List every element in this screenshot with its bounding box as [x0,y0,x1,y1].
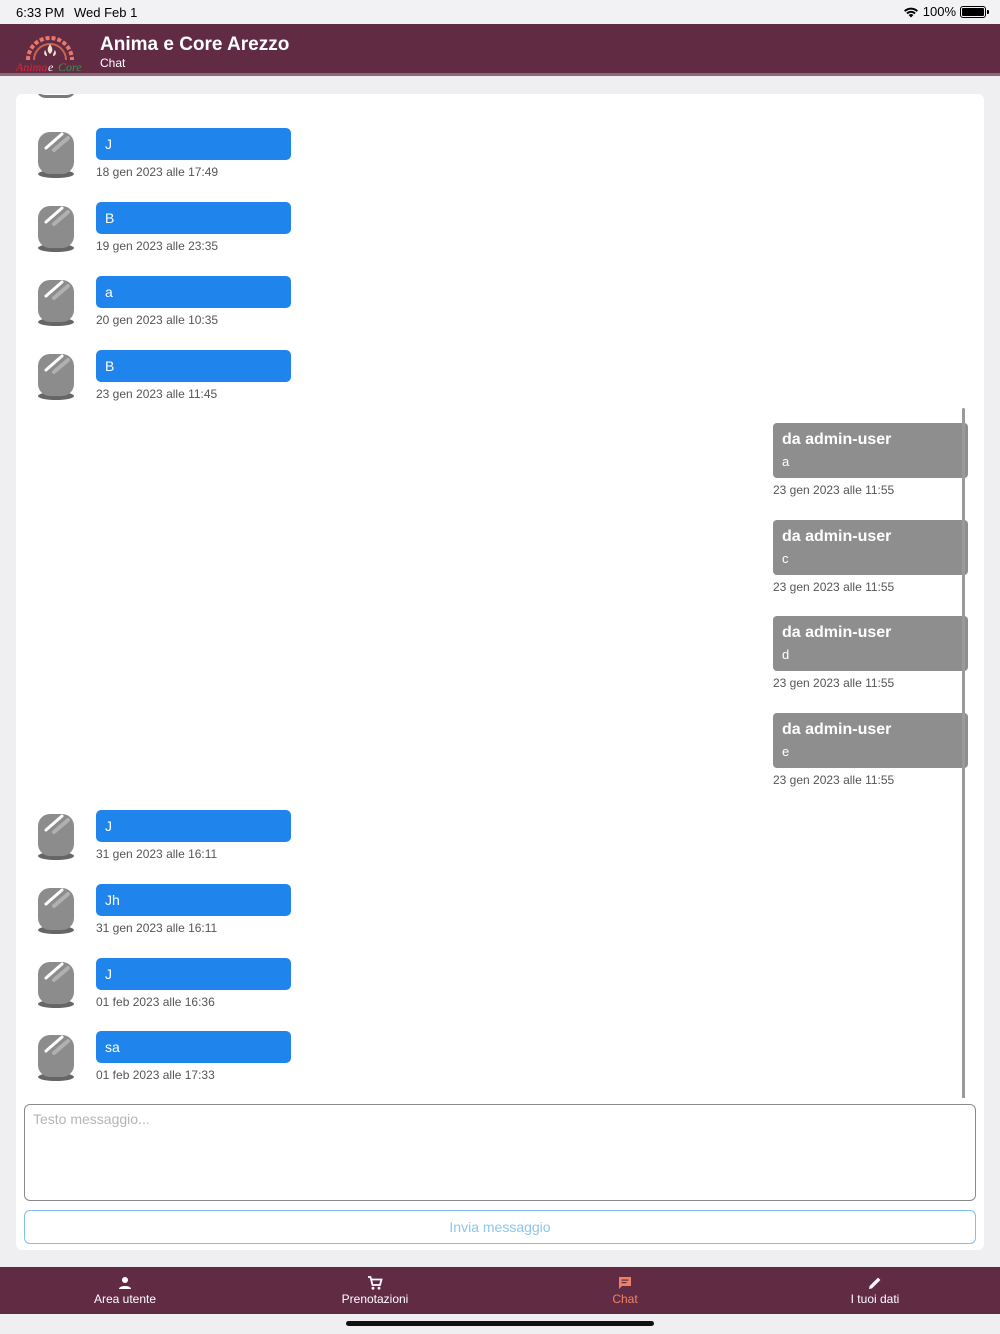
message-timestamp: 19 gen 2023 alle 23:35 [96,239,219,253]
bottom-tab-bar: Area utente Prenotazioni Chat I tuoi dat… [0,1267,1000,1314]
avatar-icon [38,962,74,1008]
person-icon [119,1277,131,1289]
message-bubble: da admin-user d [773,616,968,671]
app-header: Anima e Core Anima e Core Arezzo Chat [0,24,1000,76]
status-bar: 6:33 PM Wed Feb 1 100% [0,0,1000,24]
message-user: J 18 gen 2023 alle 17:49 [36,128,436,188]
message-input-box[interactable] [24,1104,976,1201]
message-user: B 19 gen 2023 alle 23:35 [36,202,436,262]
avatar-icon [38,132,74,178]
message-timestamp: 31 gen 2023 alle 16:11 [96,921,218,935]
battery-percent: 100% [922,4,956,19]
page-subtitle: Chat [100,56,126,70]
message-timestamp: 23 gen 2023 alle 11:55 [773,773,895,787]
wifi-icon [903,7,918,17]
message-admin: da admin-user a 23 gen 2023 alle 11:55 [773,423,973,503]
message-bubble: sa [96,1031,291,1063]
message-list[interactable]: ‾ ‾ ‾ ‾ ‾ ‾ J 18 gen 2023 alle 17:49 B 1… [16,94,984,1098]
message-user: J 01 feb 2023 alle 16:36 [36,958,436,1018]
message-bubble: da admin-user e [773,713,968,768]
message-sender: da admin-user [782,721,892,738]
avatar-icon [38,888,74,934]
message-user: Jh 31 gen 2023 alle 16:11 [36,884,436,944]
message-bubble: da admin-user c [773,520,968,575]
chat-icon [619,1277,631,1289]
status-right: 100% [903,4,989,19]
message-bubble: J [96,958,291,990]
tab-label: Chat [612,1292,638,1306]
message-bubble: B [96,350,291,382]
battery-icon [960,5,989,18]
tab-label: Prenotazioni [341,1292,409,1306]
message-timestamp: 23 gen 2023 alle 11:45 [96,387,218,401]
app-title: Anima e Core Arezzo [100,34,290,55]
status-date: Wed Feb 1 [74,5,138,20]
message-input[interactable] [33,1111,967,1194]
message-timestamp: 23 gen 2023 alle 11:55 [773,580,895,594]
message-timestamp: 18 gen 2023 alle 17:49 [96,165,219,179]
message-timestamp: 31 gen 2023 alle 16:11 [96,847,218,861]
message-bubble: Jh [96,884,291,916]
message-user: sa 01 feb 2023 alle 17:33 [36,1031,436,1091]
message-bubble: J [96,128,291,160]
svg-text:Core: Core [58,60,82,72]
home-indicator[interactable] [346,1321,654,1326]
avatar-icon [38,280,74,326]
tab-prenotazioni[interactable]: Prenotazioni [250,1267,500,1314]
status-time: 6:33 PM [16,5,65,20]
svg-text:Anima: Anima [15,60,47,72]
message-admin: da admin-user c 23 gen 2023 alle 11:55 [773,520,973,600]
message-timestamp: 20 gen 2023 alle 10:35 [96,313,219,327]
message-user: J 31 gen 2023 alle 16:11 [36,810,436,870]
tab-chat[interactable]: Chat [500,1267,750,1314]
send-message-button[interactable]: Invia messaggio [24,1210,976,1244]
avatar-icon [38,1035,74,1081]
timestamp-partial: ‾ ‾ ‾ ‾ ‾ ‾ [96,94,159,100]
message-timestamp: 23 gen 2023 alle 11:55 [773,483,895,497]
chat-card: ‾ ‾ ‾ ‾ ‾ ‾ J 18 gen 2023 alle 17:49 B 1… [16,94,984,1250]
message-admin: da admin-user e 23 gen 2023 alle 11:55 [773,713,973,793]
tab-label: Area utente [93,1292,157,1306]
cart-icon [368,1276,383,1290]
avatar-icon [38,206,74,252]
message-text: a [782,454,790,469]
svg-text:e: e [48,60,54,72]
tab-i-tuoi-dati[interactable]: I tuoi dati [750,1267,1000,1314]
pencil-icon [869,1277,881,1289]
message-sender: da admin-user [782,624,892,641]
message-admin: da admin-user d 23 gen 2023 alle 11:55 [773,616,973,696]
message-sender: da admin-user [782,528,892,545]
message-text: e [782,744,790,759]
avatar-icon [38,814,74,860]
message-text: d [782,647,790,662]
message-timestamp: 01 feb 2023 alle 16:36 [96,995,215,1009]
message-bubble: B [96,202,291,234]
message-bubble: a [96,276,291,308]
tab-area-utente[interactable]: Area utente [0,1267,250,1314]
avatar-icon [38,354,74,400]
message-sender: da admin-user [782,431,892,448]
brand-logo: Anima e Core [15,36,82,72]
message-timestamp: 23 gen 2023 alle 11:55 [773,676,895,690]
message-timestamp: 01 feb 2023 alle 17:33 [96,1068,215,1082]
message-user: B 23 gen 2023 alle 11:45 [36,350,436,410]
message-user: a 20 gen 2023 alle 10:35 [36,276,436,336]
message-text: c [782,551,789,566]
scrollbar[interactable] [962,408,965,1098]
tab-label: I tuoi dati [850,1292,900,1306]
message-bubble: da admin-user a [773,423,968,478]
message-bubble: J [96,810,291,842]
avatar-partial [36,94,76,98]
